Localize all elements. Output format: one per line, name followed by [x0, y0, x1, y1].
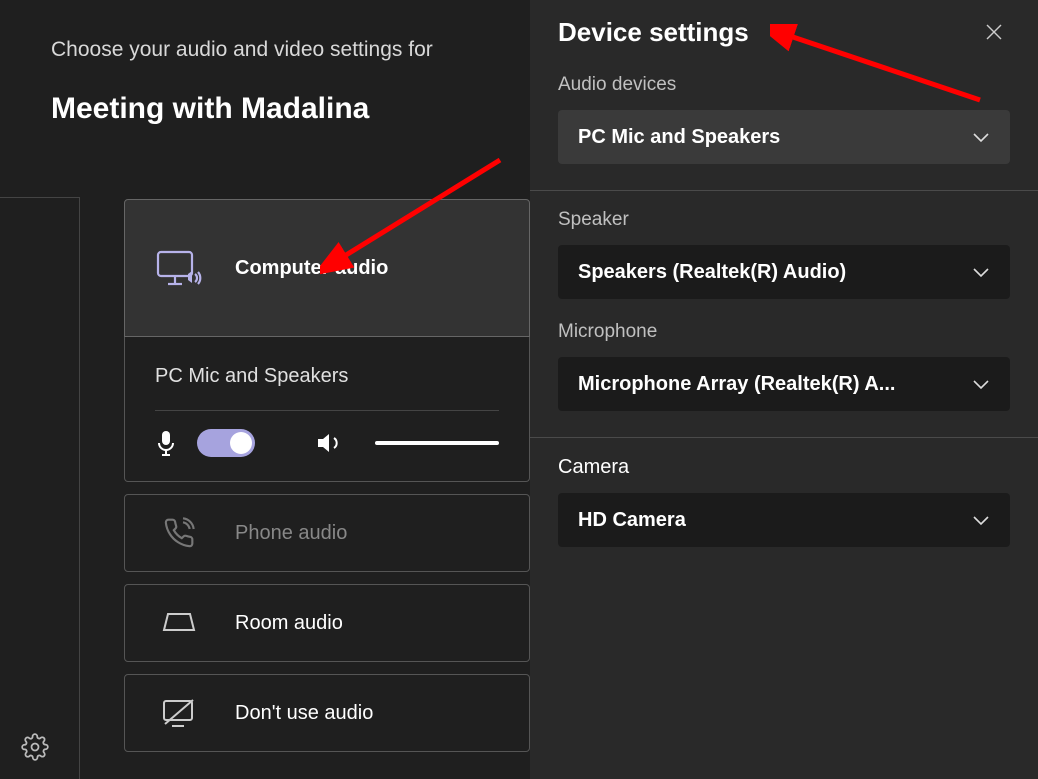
camera-dropdown[interactable]: HD Camera [558, 493, 1010, 547]
computer-audio-subpanel: PC Mic and Speakers [124, 337, 530, 482]
room-icon [155, 610, 203, 636]
settings-button[interactable] [21, 733, 49, 761]
meeting-title: Meeting with Madalina [51, 92, 369, 126]
volume-slider[interactable] [375, 441, 499, 445]
device-settings-panel: Device settings Audio devices PC Mic and… [530, 0, 1038, 779]
section-label: Audio devices [558, 74, 1010, 96]
option-phone-audio[interactable]: Phone audio [124, 494, 530, 572]
option-label: Don't use audio [235, 702, 373, 725]
monitor-off-icon [155, 698, 203, 728]
speaker-dropdown[interactable]: Speakers (Realtek(R) Audio) [558, 245, 1010, 299]
divider [155, 410, 499, 411]
close-button[interactable] [978, 16, 1010, 48]
microphone-icon[interactable] [155, 429, 177, 457]
sidebar-edge [0, 197, 80, 779]
dropdown-value: HD Camera [578, 509, 686, 532]
speaker-icon[interactable] [315, 430, 343, 456]
chevron-down-icon [972, 514, 990, 526]
selected-device-name: PC Mic and Speakers [155, 365, 499, 388]
close-icon [984, 22, 1004, 42]
chevron-down-icon [972, 131, 990, 143]
section-audio-devices: Audio devices PC Mic and Speakers [530, 56, 1038, 191]
dropdown-value: PC Mic and Speakers [578, 126, 780, 149]
dropdown-value: Speakers (Realtek(R) Audio) [578, 261, 846, 284]
camera-label: Camera [558, 456, 1010, 479]
intro-text: Choose your audio and video settings for [51, 38, 433, 62]
toggle-knob [230, 432, 252, 454]
prejoin-panel: Choose your audio and video settings for… [0, 0, 530, 779]
chevron-down-icon [972, 378, 990, 390]
microphone-label: Microphone [558, 321, 1010, 343]
microphone-dropdown[interactable]: Microphone Array (Realtek(R) A... [558, 357, 1010, 411]
option-label: Computer audio [235, 257, 388, 280]
option-label: Room audio [235, 612, 343, 635]
audio-controls [155, 429, 499, 457]
option-computer-audio[interactable]: Computer audio [124, 199, 530, 337]
phone-icon [155, 517, 203, 549]
mic-toggle[interactable] [197, 429, 255, 457]
option-dont-use-audio[interactable]: Don't use audio [124, 674, 530, 752]
section-camera: Camera HD Camera [530, 438, 1038, 573]
gear-icon [21, 733, 49, 761]
panel-header: Device settings [530, 0, 1038, 56]
audio-devices-dropdown[interactable]: PC Mic and Speakers [558, 110, 1010, 164]
option-label: Phone audio [235, 522, 347, 545]
monitor-speaker-icon [155, 248, 203, 288]
panel-title: Device settings [558, 17, 749, 48]
option-room-audio[interactable]: Room audio [124, 584, 530, 662]
dropdown-value: Microphone Array (Realtek(R) A... [578, 373, 895, 396]
chevron-down-icon [972, 266, 990, 278]
section-speaker-mic: Speaker Speakers (Realtek(R) Audio) Micr… [530, 191, 1038, 438]
audio-options: Computer audio PC Mic and Speakers [124, 199, 530, 752]
speaker-label: Speaker [558, 209, 1010, 231]
